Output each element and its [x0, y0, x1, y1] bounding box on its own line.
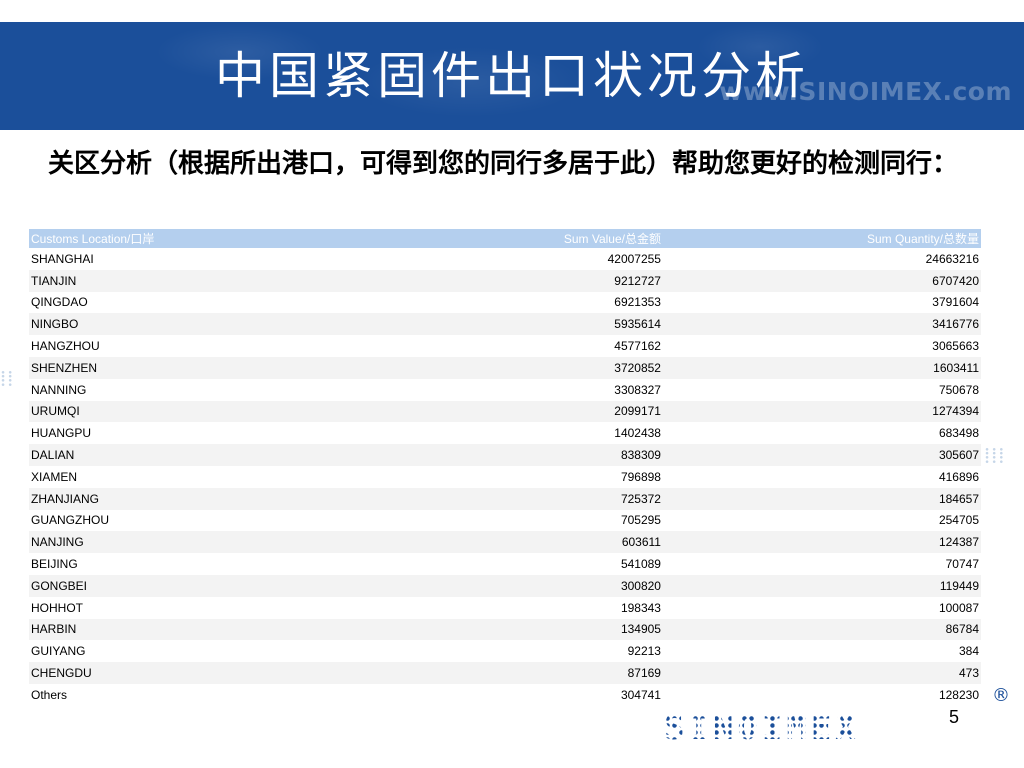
cell-location: CHENGDU — [29, 662, 330, 684]
dot-pattern-right: ⁞⁞⁞ — [984, 444, 1006, 469]
cell-value: 541089 — [620, 557, 661, 572]
cell-value: 2099171 — [329, 400, 663, 423]
cell-quantity: 70747 — [945, 557, 979, 572]
cell-location: ZHANJIANG — [29, 487, 330, 510]
table-row: HUANGPU 1402438 683498 — [29, 422, 981, 444]
cell-value: 725372 — [329, 487, 663, 510]
slide-subtitle: 关区分析（根据所出港口，可得到您的同行多居于此）帮助您更好的检测同行： — [48, 149, 959, 179]
table-row: TIANJIN 9212727 6707420 — [29, 269, 981, 292]
table-row: URUMQI 2099171 1274394 — [29, 400, 981, 423]
cell-location: DALIAN — [29, 444, 330, 466]
header-location: Customs Location/口岸 — [29, 229, 330, 248]
cell-quantity: 124387 — [662, 531, 981, 554]
cell-value: 42007255 — [607, 251, 661, 266]
cell-quantity: 1603411 — [662, 356, 981, 379]
cell-quantity: 683498 — [938, 426, 979, 441]
cell-location: NANNING — [31, 382, 87, 397]
cell-location: HUANGPU — [31, 426, 92, 441]
table-row: HOHHOT 198343 100087 — [29, 597, 981, 619]
cell-value: 705295 — [620, 513, 661, 528]
cell-quantity: 3416776 — [662, 313, 981, 336]
cell-quantity: 3065663 — [932, 339, 979, 354]
cell-location: SHENZHEN — [29, 356, 330, 379]
table-row: DALIAN 838309 305607 — [29, 444, 981, 466]
cell-location: GUIYANG — [31, 644, 86, 659]
cell-value: 1402438 — [614, 426, 661, 441]
cell-value: 4577162 — [614, 339, 661, 354]
cell-quantity: 416896 — [938, 469, 979, 484]
cell-quantity: 305607 — [662, 444, 981, 466]
table-row: GUANGZHOU 705295 254705 — [29, 510, 981, 532]
cell-value: 5935614 — [329, 313, 663, 336]
cell-value: 87169 — [329, 662, 663, 684]
cell-value: 603611 — [329, 531, 663, 554]
table-row: HANGZHOU 4577162 3065663 — [29, 335, 981, 357]
cell-location: TIANJIN — [29, 269, 330, 292]
table-row: GUIYANG 92213 384 — [29, 640, 981, 662]
cell-quantity: 1274394 — [662, 400, 981, 423]
cell-location: BEIJING — [31, 557, 78, 572]
cell-location: QINGDAO — [31, 295, 88, 310]
cell-quantity: 254705 — [938, 513, 979, 528]
registered-mark: ® — [992, 685, 1010, 706]
cell-location: SHANGHAI — [31, 251, 94, 266]
table-row: XIAMEN 796898 416896 — [29, 466, 981, 488]
cell-value: 9212727 — [329, 269, 663, 292]
table-row: SHENZHEN 3720852 1603411 — [29, 356, 981, 379]
cell-value: 3720852 — [329, 356, 663, 379]
cell-quantity: 128230 — [938, 687, 979, 702]
cell-location: GUANGZHOU — [31, 513, 109, 528]
cell-location: HANGZHOU — [31, 339, 100, 354]
slide: www.SINOIMEX.com 中国紧固件出口状况分析 关区分析（根据所出港口… — [0, 0, 1024, 768]
cell-quantity: 24663216 — [925, 251, 979, 266]
sinoimex-logo: SINOIMEX — [664, 708, 860, 748]
table-header-row: Customs Location/口岸 Sum Value/总金额 Sum Qu… — [29, 229, 981, 248]
table-body: SHANGHAI 42007255 24663216 TIANJIN 9212727 67… — [29, 248, 981, 706]
cell-value: 796898 — [620, 469, 661, 484]
cell-quantity: 384 — [958, 644, 979, 659]
table-row: GONGBEI 300820 119449 — [29, 574, 981, 597]
table-row: NANJING 603611 124387 — [29, 531, 981, 554]
table-row: NINGBO 5935614 3416776 — [29, 313, 981, 336]
table-row: BEIJING 541089 70747 — [29, 553, 981, 575]
cell-quantity: 86784 — [662, 618, 981, 641]
cell-location: URUMQI — [29, 400, 330, 423]
cell-location: HOHHOT — [31, 600, 83, 615]
page-number: 5 — [949, 707, 960, 727]
table-row: HARBIN 134905 86784 — [29, 618, 981, 641]
table-row: CHENGDU 87169 473 — [29, 662, 981, 684]
header-value: Sum Value/总金额 — [329, 229, 663, 248]
cell-value: 134905 — [329, 618, 663, 641]
cell-quantity: 473 — [662, 662, 981, 684]
cell-value: 304741 — [620, 687, 661, 702]
cell-value: 3308327 — [614, 382, 661, 397]
dot-pattern-left: ⁞⁞ — [0, 367, 15, 392]
cell-quantity: 119449 — [662, 574, 981, 597]
cell-value: 838309 — [329, 444, 663, 466]
cell-location: XIAMEN — [31, 469, 78, 484]
table-row: Others 304741 128230 — [29, 684, 981, 706]
table-row: QINGDAO 6921353 3791604 — [29, 292, 981, 314]
cell-quantity: 6707420 — [662, 269, 981, 292]
cell-quantity: 100087 — [938, 600, 979, 615]
cell-value: 198343 — [620, 600, 661, 615]
table-row: ZHANJIANG 725372 184657 — [29, 487, 981, 510]
cell-value: 6921353 — [614, 295, 661, 310]
header-quantity: Sum Quantity/总数量 — [662, 229, 981, 248]
table-row: SHANGHAI 42007255 24663216 — [29, 248, 981, 270]
page-title: 中国紧固件出口状况分析 — [215, 47, 809, 105]
cell-location: NINGBO — [29, 313, 330, 336]
cell-location: Others — [31, 687, 68, 702]
cell-quantity: 184657 — [662, 487, 981, 510]
cell-location: NANJING — [29, 531, 330, 554]
table-row: NANNING 3308327 750678 — [29, 379, 981, 401]
customs-location-table: Customs Location/口岸 Sum Value/总金额 Sum Qu… — [29, 229, 981, 706]
cell-quantity: 750678 — [938, 382, 979, 397]
cell-location: HARBIN — [29, 618, 330, 641]
cell-location: GONGBEI — [29, 574, 330, 597]
cell-value: 92213 — [627, 644, 661, 659]
cell-value: 300820 — [329, 574, 663, 597]
cell-quantity: 3791604 — [932, 295, 979, 310]
